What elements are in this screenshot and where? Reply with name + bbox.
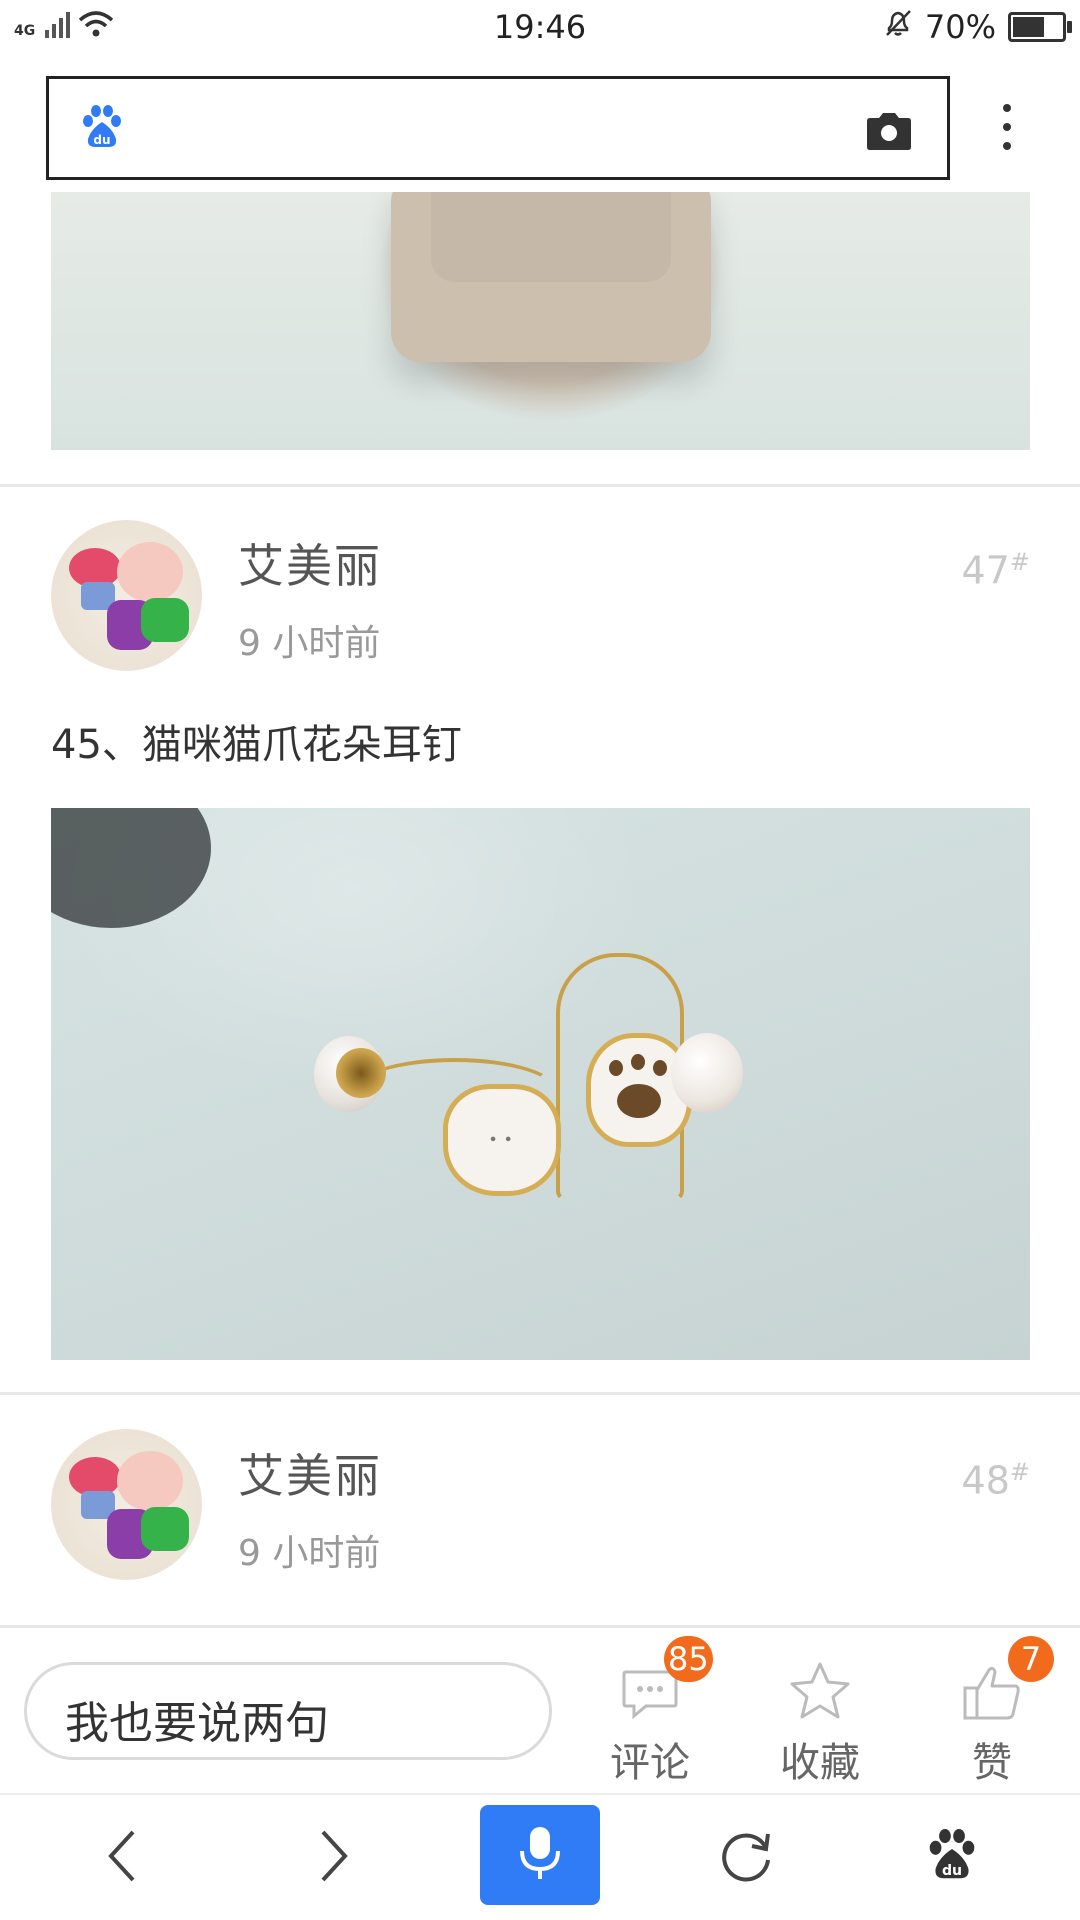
forward-button[interactable] xyxy=(274,1795,394,1920)
comment-bar: 我也要说两句 评论 85 收藏 赞 7 xyxy=(0,1625,1080,1795)
like-count-badge: 7 xyxy=(1008,1636,1054,1682)
comment-input[interactable]: 我也要说两句 xyxy=(24,1662,552,1760)
microphone-icon xyxy=(518,1825,562,1885)
floor-value: 48 xyxy=(961,1458,1010,1503)
status-right: 70% xyxy=(883,8,1072,46)
floor-number: 48# xyxy=(962,1458,1030,1503)
post-image-earrings[interactable]: ∙ ∙ xyxy=(51,808,1030,1360)
ring-box-shape xyxy=(391,192,711,362)
chevron-right-icon xyxy=(317,1828,351,1888)
svg-text:du: du xyxy=(942,1862,962,1878)
comment-placeholder: 我也要说两句 xyxy=(65,1698,329,1749)
floor-mark: # xyxy=(1009,548,1030,576)
post-divider xyxy=(0,1392,1080,1395)
baidu-paw-icon: du xyxy=(925,1828,979,1888)
star-icon xyxy=(760,1652,880,1722)
comment-label: 评论 xyxy=(610,1740,690,1786)
floor-value: 47 xyxy=(961,548,1010,593)
mute-bell-icon xyxy=(883,8,913,46)
baidu-home-button[interactable]: du xyxy=(892,1795,1012,1920)
back-button[interactable] xyxy=(62,1795,182,1920)
post-image-previous[interactable] xyxy=(51,192,1030,450)
floor-mark: # xyxy=(1009,1458,1030,1486)
floor-number: 47# xyxy=(962,548,1030,593)
post-username[interactable]: 艾美丽 xyxy=(238,530,382,596)
post-divider xyxy=(0,484,1080,487)
comment-count-badge: 85 xyxy=(664,1636,713,1682)
browser-navbar: du xyxy=(0,1795,1080,1920)
voice-search-button[interactable] xyxy=(480,1805,600,1905)
favorite-label: 收藏 xyxy=(780,1740,860,1786)
post-text: 45、猫咪猫爪花朵耳钉 xyxy=(51,722,462,768)
camera-search-icon[interactable] xyxy=(865,111,913,155)
svg-text:du: du xyxy=(93,133,110,147)
more-menu-icon[interactable] xyxy=(1000,104,1014,161)
battery-fill xyxy=(1013,17,1044,37)
baidu-paw-icon[interactable]: du xyxy=(79,105,125,155)
post-time: 9 小时前 xyxy=(238,623,381,664)
battery-icon xyxy=(1008,12,1072,42)
search-bar[interactable]: du xyxy=(46,76,950,180)
avatar[interactable] xyxy=(51,520,202,671)
post-time: 9 小时前 xyxy=(238,1533,381,1574)
avatar[interactable] xyxy=(51,1429,202,1580)
refresh-button[interactable] xyxy=(686,1795,806,1920)
chevron-left-icon xyxy=(105,1828,139,1888)
battery-percent: 70% xyxy=(924,8,996,46)
status-bar: 4G 19:46 70% xyxy=(0,0,1080,56)
post-username[interactable]: 艾美丽 xyxy=(238,1440,382,1506)
like-label: 赞 xyxy=(972,1740,1012,1786)
favorite-button[interactable]: 收藏 xyxy=(760,1652,880,1788)
refresh-icon xyxy=(718,1828,774,1888)
